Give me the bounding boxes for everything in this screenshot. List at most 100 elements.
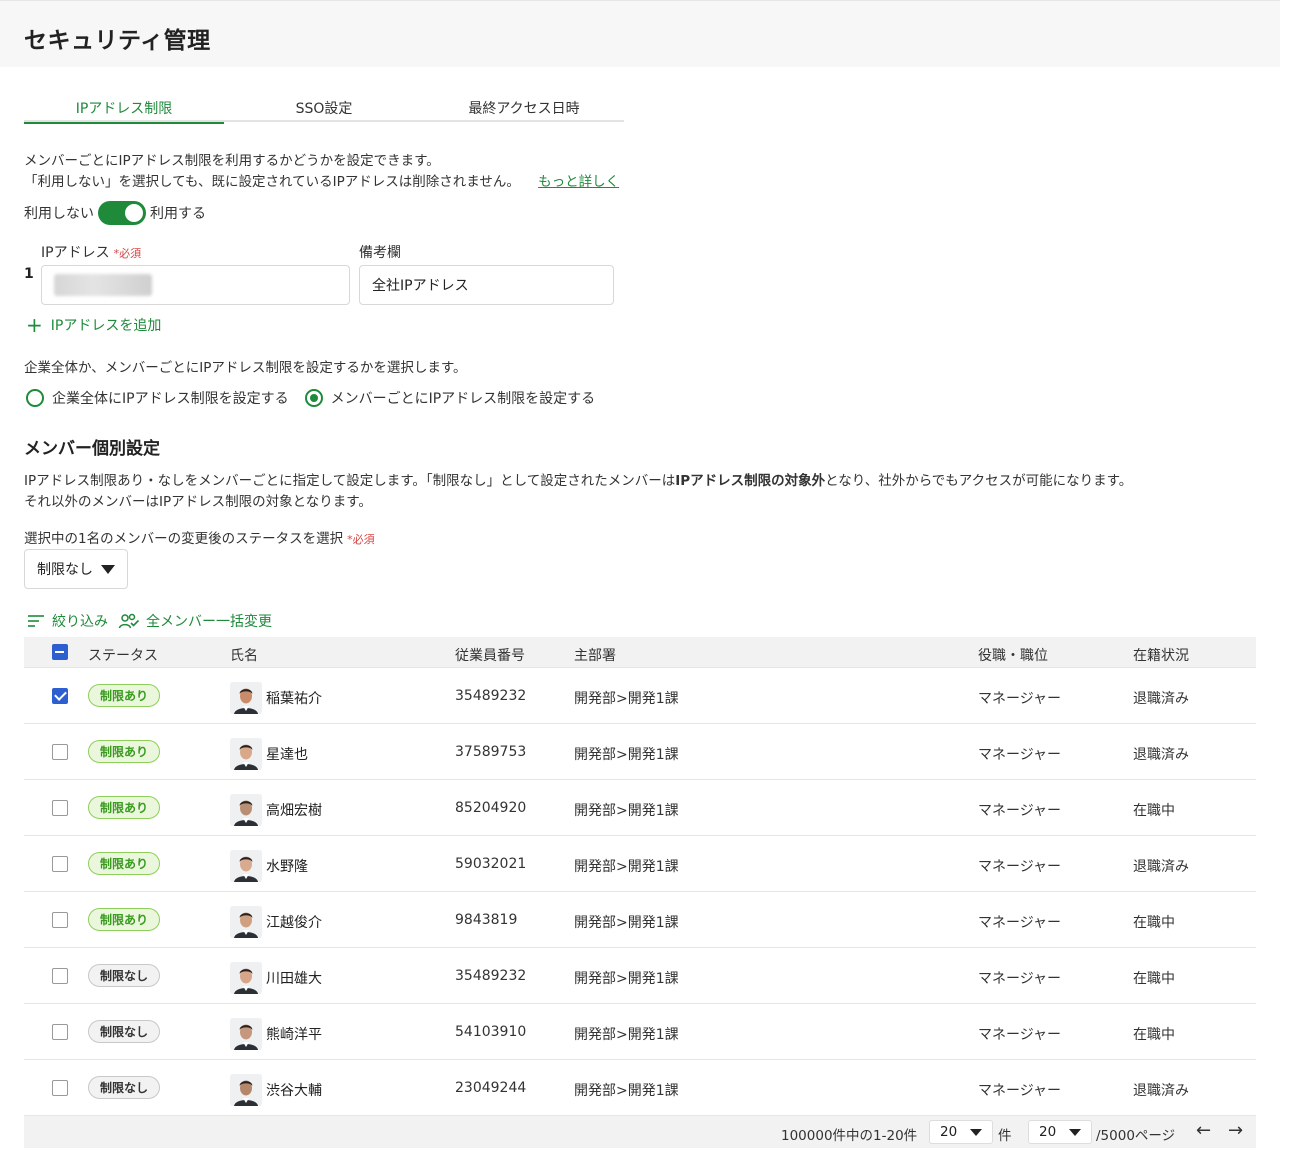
tab-bar: IPアドレス制限 SSO設定 最終アクセス日時 — [24, 96, 624, 124]
employee-number: 35489232 — [455, 688, 527, 704]
page-title: セキュリティ管理 — [24, 28, 211, 54]
member-settings-desc-1: IPアドレス制限あり・なしをメンバーごとに指定して設定します。「制限なし」として… — [24, 469, 1132, 489]
add-ip-address-button[interactable]: + IPアドレスを追加 — [26, 315, 161, 335]
status-badge: 制限あり — [88, 852, 160, 875]
col-employee-number: 従業員番号 — [455, 648, 525, 664]
col-name: 氏名 — [230, 648, 258, 664]
required-mark: *必須 — [113, 247, 142, 260]
row-checkbox[interactable] — [52, 912, 68, 928]
more-details-link[interactable]: もっと詳しく — [538, 174, 619, 190]
tab-sso-settings[interactable]: SSO設定 — [224, 98, 424, 122]
avatar — [230, 794, 262, 826]
row-checkbox[interactable] — [52, 856, 68, 872]
employment-status: 在職中 — [1133, 915, 1175, 931]
next-page-arrow-icon[interactable]: → — [1228, 1121, 1243, 1141]
col-department: 主部署 — [574, 648, 616, 664]
tab-last-access[interactable]: 最終アクセス日時 — [424, 98, 624, 122]
table-header: ステータス 氏名 従業員番号 主部署 役職・職位 在籍状況 — [24, 637, 1256, 668]
select-all-checkbox[interactable] — [52, 644, 68, 660]
note-input[interactable]: 全社IPアドレス — [359, 265, 614, 305]
table-row[interactable]: 制限なし 渋谷大輔 23049244 開発部>開発1課 マネージャー 退職済み — [24, 1060, 1256, 1116]
ip-address-label-text: IPアドレス — [41, 245, 110, 261]
status-badge: 制限なし — [88, 964, 160, 987]
radio-per-member[interactable]: メンバーごとにIPアドレス制限を設定する — [304, 388, 595, 408]
table-row[interactable]: 制限あり 星達也 37589753 開発部>開発1課 マネージャー 退職済み — [24, 724, 1256, 780]
radio-company-wide-label: 企業全体にIPアドレス制限を設定する — [52, 391, 289, 407]
caret-down-icon — [101, 565, 115, 574]
position: マネージャー — [978, 691, 1062, 707]
employee-number: 59032021 — [455, 856, 527, 872]
tab-ip-restriction[interactable]: IPアドレス制限 — [24, 98, 224, 124]
employment-status: 在職中 — [1133, 1027, 1175, 1043]
avatar — [230, 962, 262, 994]
department: 開発部>開発1課 — [574, 1083, 679, 1099]
per-page-value: 20 — [940, 1124, 958, 1140]
status-prompt-text: 選択中の1名のメンバーの変更後のステータスを選択 — [24, 531, 344, 547]
avatar-photo-icon — [230, 962, 262, 994]
table-row[interactable]: 制限なし 熊崎洋平 54103910 開発部>開発1課 マネージャー 在職中 — [24, 1004, 1256, 1060]
table-row[interactable]: 制限あり 水野隆 59032021 開発部>開発1課 マネージャー 退職済み — [24, 836, 1256, 892]
member-desc-part1: IPアドレス制限あり・なしをメンバーごとに指定して設定します。「制限なし」として… — [24, 473, 676, 489]
employment-status: 退職済み — [1133, 1083, 1189, 1099]
avatar-photo-icon — [230, 794, 262, 826]
position: マネージャー — [978, 859, 1062, 875]
ip-address-input[interactable] — [41, 265, 350, 305]
prev-page-arrow-icon[interactable]: ← — [1196, 1121, 1211, 1141]
intro-line-2-text: 「利用しない」を選択しても、既に設定されているIPアドレスは削除されません。 — [24, 174, 520, 190]
position: マネージャー — [978, 803, 1062, 819]
status-select[interactable]: 制限なし — [24, 549, 128, 589]
ip-address-label: IPアドレス *必須 — [41, 242, 141, 262]
filter-button[interactable]: 絞り込み — [26, 611, 108, 631]
row-checkbox[interactable] — [52, 800, 68, 816]
intro-line-2: 「利用しない」を選択しても、既に設定されているIPアドレスは削除されません。 も… — [24, 170, 619, 190]
page-select[interactable]: 20 — [1028, 1120, 1092, 1144]
avatar — [230, 1018, 262, 1050]
department: 開発部>開発1課 — [574, 691, 679, 707]
table-row[interactable]: 制限あり 高畑宏樹 85204920 開発部>開発1課 マネージャー 在職中 — [24, 780, 1256, 836]
table-row[interactable]: 制限なし 川田雄大 35489232 開発部>開発1課 マネージャー 在職中 — [24, 948, 1256, 1004]
row-checkbox[interactable] — [52, 1080, 68, 1096]
member-name: 川田雄大 — [266, 971, 322, 987]
member-settings-desc-2: それ以外のメンバーはIPアドレス制限の対象となります。 — [24, 494, 372, 510]
row-checkbox[interactable] — [52, 688, 68, 704]
status-select-value: 制限なし — [37, 562, 93, 578]
toggle-on-label: 利用する — [150, 206, 206, 222]
note-label: 備考欄 — [359, 245, 401, 261]
member-desc-part2: となり、社外からでもアクセスが可能になります。 — [825, 473, 1133, 489]
member-name: 高畑宏樹 — [266, 803, 322, 819]
col-status: ステータス — [88, 648, 158, 664]
table-row[interactable]: 制限あり 稲葉祐介 35489232 開発部>開発1課 マネージャー 退職済み — [24, 668, 1256, 724]
members-table: ステータス 氏名 従業員番号 主部署 役職・職位 在籍状況 制限あり 稲葉祐介 35… — [24, 637, 1256, 1148]
department: 開発部>開発1課 — [574, 747, 679, 763]
employment-status: 退職済み — [1133, 747, 1189, 763]
employment-status: 退職済み — [1133, 691, 1189, 707]
avatar-photo-icon — [230, 738, 262, 770]
row-checkbox[interactable] — [52, 744, 68, 760]
required-mark: *必須 — [347, 533, 375, 546]
caret-down-icon — [1069, 1129, 1081, 1136]
add-ip-address-label: IPアドレスを追加 — [50, 318, 162, 334]
avatar-photo-icon — [230, 1018, 262, 1050]
avatar-photo-icon — [230, 906, 262, 938]
row-checkbox[interactable] — [52, 968, 68, 984]
ip-restriction-toggle[interactable] — [98, 201, 146, 225]
col-employment-status: 在籍状況 — [1133, 648, 1189, 664]
per-page-select[interactable]: 20 — [929, 1120, 993, 1144]
page-total: /5000ページ — [1096, 1128, 1176, 1144]
ip-row-number: 1 — [24, 266, 34, 282]
row-checkbox[interactable] — [52, 1024, 68, 1040]
toggle-off-label: 利用しない — [24, 206, 94, 222]
bulk-change-button[interactable]: 全メンバー一括変更 — [118, 611, 272, 631]
position: マネージャー — [978, 915, 1062, 931]
table-row[interactable]: 制限あり 江越俊介 9843819 開発部>開発1課 マネージャー 在職中 — [24, 892, 1256, 948]
member-name: 星達也 — [266, 747, 308, 763]
status-badge: 制限なし — [88, 1020, 160, 1043]
table-toolbar: 絞り込み 全メンバー一括変更 — [26, 611, 282, 631]
page-value: 20 — [1039, 1124, 1057, 1140]
ip-restriction-toggle-row: 利用しない 利用する — [24, 200, 206, 226]
avatar — [230, 850, 262, 882]
table-body: 制限あり 稲葉祐介 35489232 開発部>開発1課 マネージャー 退職済み 制限あり 星達… — [24, 668, 1256, 1116]
employee-number: 23049244 — [455, 1080, 527, 1096]
employment-status: 退職済み — [1133, 859, 1189, 875]
radio-company-wide[interactable]: 企業全体にIPアドレス制限を設定する — [26, 388, 289, 408]
